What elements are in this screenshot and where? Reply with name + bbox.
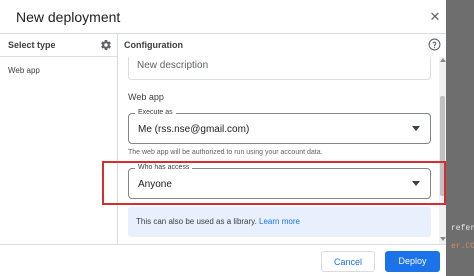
execute-as-label: Execute as	[135, 109, 176, 116]
web-app-section-label: Web app	[128, 92, 164, 102]
highlight-annotation	[102, 161, 446, 205]
cancel-button[interactable]: Cancel	[321, 251, 375, 272]
footer-divider	[0, 244, 446, 245]
execute-as-helper: The web app will be authorized to run us…	[128, 149, 323, 156]
configuration-header: Configuration	[119, 34, 446, 57]
info-banner-message: This can also be used as a library.	[136, 217, 260, 226]
select-type-pane: Select type Web app	[0, 34, 118, 244]
background-editor	[446, 0, 474, 276]
description-placeholder: New description	[137, 60, 209, 71]
info-banner-text: This can also be used as a library. Lear…	[136, 217, 300, 226]
description-input[interactable]: New description	[128, 57, 431, 80]
background-code-line: refer	[451, 224, 474, 233]
new-deployment-dialog: New deployment ✕ Select type Web app Con…	[0, 0, 446, 276]
execute-as-value: Me (rss.nse@gmail.com)	[138, 124, 250, 135]
library-info-banner: This can also be used as a library. Lear…	[128, 207, 431, 237]
close-icon[interactable]: ✕	[426, 4, 444, 30]
scroll-down-icon[interactable]	[440, 237, 446, 241]
select-type-header: Select type	[0, 34, 117, 57]
gear-icon[interactable]	[100, 39, 112, 51]
deploy-button[interactable]: Deploy	[385, 251, 440, 272]
help-icon[interactable]	[428, 38, 441, 51]
dialog-title: New deployment	[16, 9, 121, 25]
scroll-up-icon[interactable]	[440, 58, 446, 62]
type-item-web-app[interactable]: Web app	[8, 66, 40, 75]
background-code-line: er.CO	[451, 242, 474, 251]
execute-as-select[interactable]: Execute as Me (rss.nse@gmail.com)	[128, 109, 431, 144]
select-type-title: Select type	[8, 40, 56, 50]
dropdown-caret-icon	[412, 126, 420, 131]
configuration-scroll-area: New description Web app Execute as Me (r…	[119, 57, 446, 244]
learn-more-link[interactable]: Learn more	[259, 217, 300, 226]
configuration-title: Configuration	[124, 40, 183, 50]
